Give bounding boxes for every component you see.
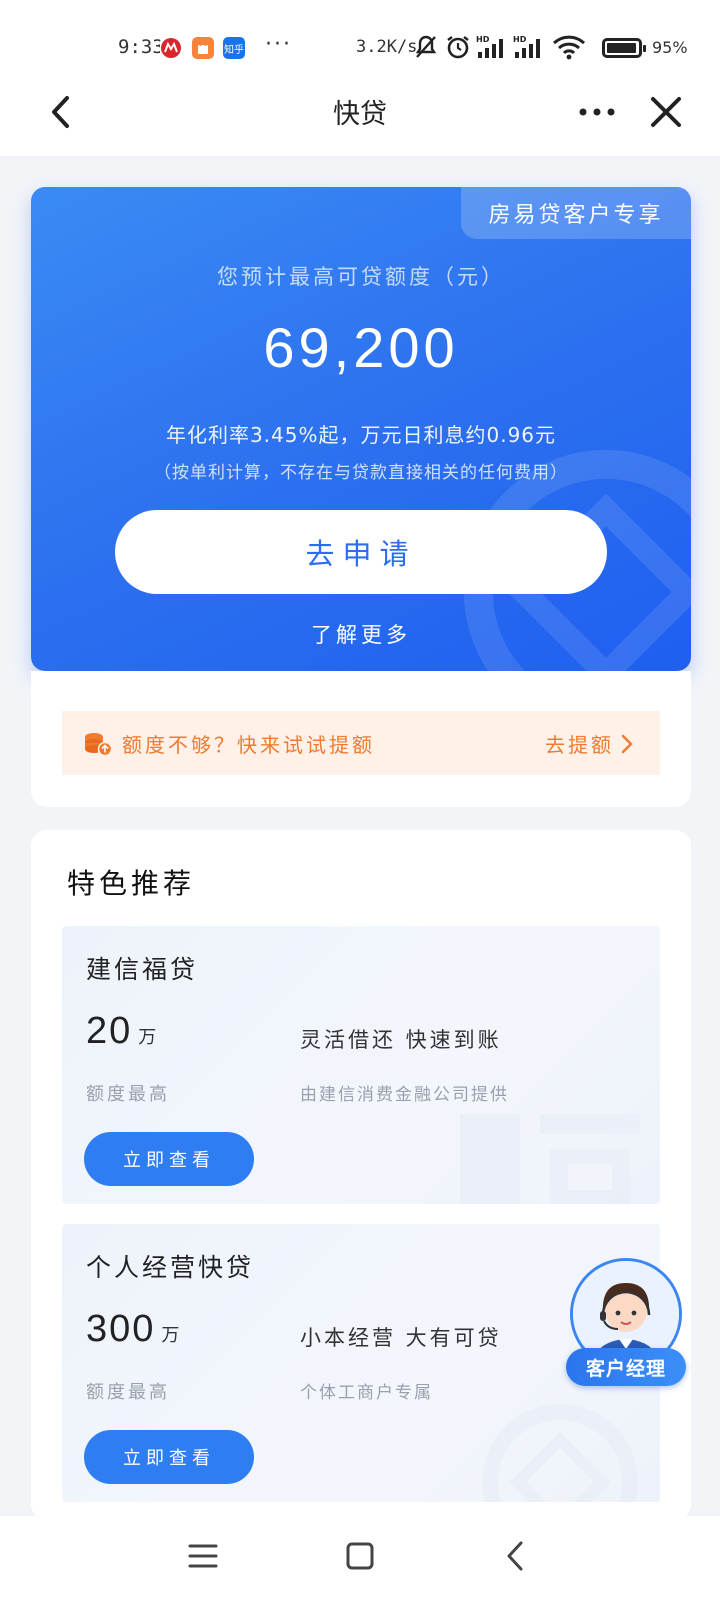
product-provider: 个体工商户专属 bbox=[300, 1383, 433, 1403]
close-icon[interactable] bbox=[644, 90, 688, 134]
chevron-right-icon bbox=[621, 734, 633, 753]
interest-note: （按单利计算，不存在与贷款直接相关的任何费用） bbox=[154, 463, 568, 483]
coin-stack-icon bbox=[85, 733, 112, 757]
product-amount-unit: 万 bbox=[161, 1325, 180, 1346]
quota-label: 您预计最高可贷额度（元） bbox=[217, 265, 505, 289]
featured-title: 特色推荐 bbox=[67, 867, 196, 900]
quota-amount: 69,200 bbox=[263, 316, 459, 379]
battery-percent: 95% bbox=[652, 38, 688, 57]
product-amount-unit: 万 bbox=[138, 1027, 157, 1048]
home-square-icon[interactable] bbox=[338, 1534, 382, 1578]
china-merchants-bank-icon bbox=[160, 37, 182, 59]
boost-text: 额度不够？快来试试提额 bbox=[122, 733, 375, 757]
product-amount-value: 20 bbox=[86, 1010, 133, 1052]
net-speed: 3.2K/s bbox=[356, 37, 418, 57]
interest-rate-text: 年化利率3.45%起，万元日利息约0.96元 bbox=[165, 423, 557, 447]
svg-text:HD: HD bbox=[513, 35, 527, 44]
menu-icon[interactable] bbox=[181, 1534, 225, 1578]
zhihu-icon: 知乎 bbox=[223, 37, 245, 59]
more-dots-icon[interactable] bbox=[575, 90, 619, 134]
boost-banner[interactable]: 额度不够？快来试试提额 去提额 bbox=[62, 711, 660, 775]
product-name: 个人经营快贷 bbox=[86, 1253, 255, 1282]
signal-hd-2-icon: HD bbox=[513, 35, 540, 58]
boost-link[interactable]: 去提额 bbox=[545, 729, 634, 758]
back-triangle-icon[interactable] bbox=[494, 1534, 538, 1578]
apply-button[interactable]: 去申请 bbox=[115, 510, 607, 594]
product-amount-value: 300 bbox=[86, 1308, 156, 1350]
boost-section: 额度不够？快来试试提额 去提额 bbox=[31, 671, 691, 807]
product-amount: 300 万 bbox=[86, 1308, 179, 1351]
shopping-bag-icon bbox=[192, 37, 214, 59]
nav-bar: 快贷 bbox=[0, 70, 720, 156]
quota-card: 房易贷客户专享 您预计最高可贷额度（元） 69,200 年化利率3.45%起，万… bbox=[31, 187, 691, 671]
boost-link-label: 去提额 bbox=[545, 733, 614, 757]
signal-hd-icon: HD bbox=[476, 35, 503, 58]
featured-section: 特色推荐 建信福贷 20 万 额度最高 灵活借还 快速到账 由建信消费金融公司提… bbox=[31, 830, 691, 1520]
status-time: 9:33 bbox=[118, 36, 164, 58]
wifi-icon bbox=[552, 35, 586, 60]
alarm-icon bbox=[447, 36, 469, 59]
product-amount-label: 额度最高 bbox=[86, 1382, 170, 1403]
product-amount-label: 额度最高 bbox=[86, 1084, 170, 1105]
product-name: 建信福贷 bbox=[86, 955, 199, 984]
product-card-jianxin[interactable]: 建信福贷 20 万 额度最高 灵活借还 快速到账 由建信消费金融公司提供 立即查… bbox=[62, 926, 660, 1204]
bell-muted-icon bbox=[415, 35, 437, 58]
overflow-dots: ··· bbox=[265, 32, 292, 57]
product-feature: 小本经营 大有可贷 bbox=[300, 1326, 502, 1350]
product-feature: 灵活借还 快速到账 bbox=[300, 1028, 502, 1052]
system-nav-bar bbox=[0, 1516, 720, 1600]
fu-watermark-icon bbox=[460, 1114, 640, 1204]
product-provider: 由建信消费金融公司提供 bbox=[300, 1085, 509, 1105]
customer-manager-button[interactable]: 客户经理 bbox=[566, 1258, 686, 1390]
battery-icon bbox=[602, 38, 646, 58]
bank-logo-watermark-icon bbox=[482, 1404, 638, 1502]
product-amount: 20 万 bbox=[86, 1010, 156, 1053]
svg-text:HD: HD bbox=[476, 35, 490, 44]
learn-more-link[interactable]: 了解更多 bbox=[31, 619, 691, 649]
customer-exclusive-tag: 房易贷客户专享 bbox=[461, 187, 691, 239]
view-now-button[interactable]: 立即查看 bbox=[84, 1132, 254, 1186]
customer-manager-label: 客户经理 bbox=[566, 1348, 686, 1386]
view-now-button[interactable]: 立即查看 bbox=[84, 1430, 254, 1484]
